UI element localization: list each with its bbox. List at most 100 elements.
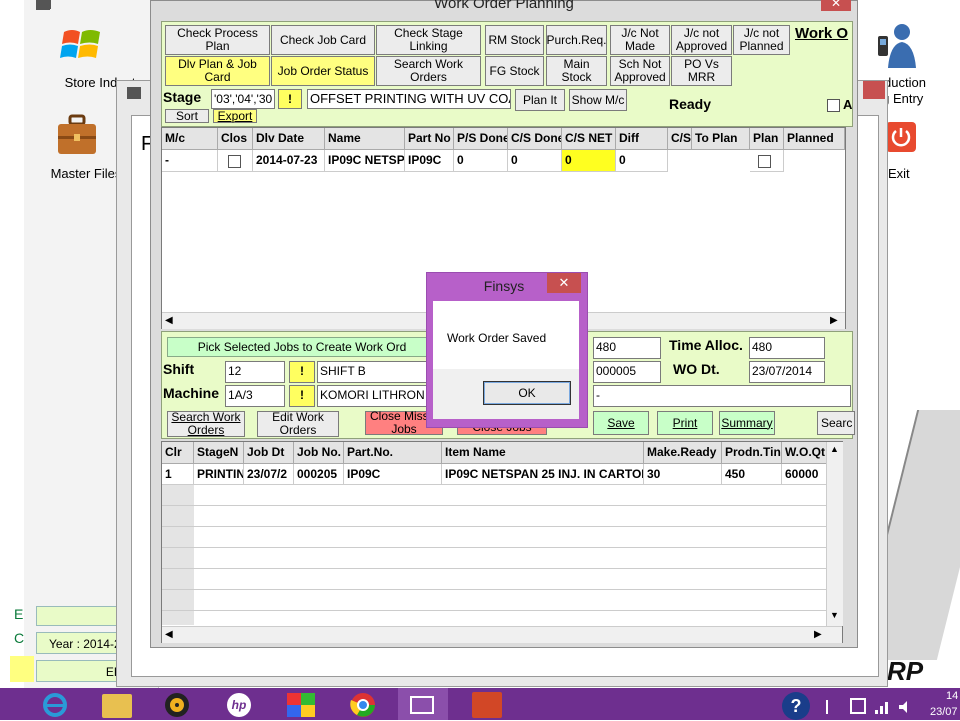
powerpoint-icon[interactable]: [472, 692, 502, 718]
col-header-dlv-date[interactable]: Dlv Date: [253, 128, 325, 150]
time-alloc-field[interactable]: 480: [749, 337, 825, 359]
stage-description-field[interactable]: OFFSET PRINTING WITH UV COA: [307, 89, 511, 109]
exit-power-icon[interactable]: [886, 122, 916, 152]
close-button[interactable]: ✕: [821, 0, 851, 11]
save-button[interactable]: Save: [593, 411, 649, 435]
dlv-plan-job-card-button[interactable]: Dlv Plan & Job Card: [165, 56, 270, 86]
cell-ps-done[interactable]: 0: [454, 150, 508, 172]
sort-button[interactable]: Sort: [165, 109, 209, 123]
a-checkbox[interactable]: [827, 99, 840, 112]
briefcase-icon[interactable]: [56, 112, 98, 158]
cell-diff[interactable]: 0: [616, 150, 668, 172]
puzzle-app-icon[interactable]: [286, 692, 316, 718]
col-header-wo-qty[interactable]: W.O.Qt: [782, 442, 828, 464]
media-player-icon[interactable]: [162, 692, 192, 718]
col-header-planned[interactable]: Planned: [784, 128, 845, 150]
machine-name-field[interactable]: KOMORI LITHRON: [317, 385, 429, 407]
scroll-right-icon[interactable]: ▶: [814, 629, 822, 640]
col-header-make-ready[interactable]: Make.Ready: [644, 442, 722, 464]
po-vs-mrr-button[interactable]: PO Vs MRR: [671, 56, 732, 86]
ok-button[interactable]: OK: [483, 381, 571, 405]
job-order-status-button[interactable]: Job Order Status: [271, 56, 375, 86]
summary-button[interactable]: Summary: [719, 411, 775, 435]
cell-clr[interactable]: 1: [162, 464, 194, 485]
col-header-diff[interactable]: Diff: [616, 128, 668, 150]
help-icon[interactable]: ?: [782, 692, 810, 720]
col-header-cs-done[interactable]: C/S Done: [508, 128, 562, 150]
cell-wo-qty[interactable]: 60000: [782, 464, 828, 485]
shift-name-field[interactable]: SHIFT B: [317, 361, 429, 383]
signal-icon[interactable]: [874, 700, 890, 714]
jc-not-approved-button[interactable]: J/c not Approved: [671, 25, 732, 55]
work-order-number-field[interactable]: 000005: [593, 361, 661, 383]
col-header-mc[interactable]: M/c: [162, 128, 218, 150]
dialog-close-button[interactable]: ✕: [547, 273, 581, 293]
col-header-prodn-time[interactable]: Prodn.Tin: [722, 442, 782, 464]
pick-selected-jobs-button[interactable]: Pick Selected Jobs to Create Work Ord: [167, 337, 437, 357]
shift-lookup-warning-icon[interactable]: !: [289, 361, 315, 383]
check-job-card-button[interactable]: Check Job Card: [271, 25, 375, 55]
edit-work-orders-button[interactable]: Edit Work Orders: [257, 411, 339, 437]
scroll-left-icon[interactable]: ◀: [165, 315, 173, 326]
work-order-link[interactable]: Work O: [795, 25, 851, 43]
chrome-icon[interactable]: [348, 692, 378, 718]
col-header-close[interactable]: Clos: [218, 128, 253, 150]
cell-cs-net[interactable]: 0: [562, 150, 616, 172]
cell-part-no[interactable]: IP09C: [344, 464, 442, 485]
network-icon[interactable]: [850, 698, 866, 714]
search-button[interactable]: Searc: [817, 411, 855, 435]
file-explorer-icon[interactable]: [102, 694, 132, 718]
hp-icon[interactable]: hp: [224, 692, 254, 718]
col-header-part-no[interactable]: Part.No.: [344, 442, 442, 464]
main-stock-button[interactable]: Main Stock: [546, 56, 607, 86]
search-work-orders-top-button[interactable]: Search Work Orders: [376, 56, 481, 86]
jc-not-planned-button[interactable]: J/c not Planned: [733, 25, 790, 55]
export-button[interactable]: Export: [213, 109, 257, 123]
col-header-cs[interactable]: C/S: [668, 128, 692, 150]
clock-date[interactable]: 23/07: [930, 706, 960, 718]
search-work-orders-button[interactable]: Search Work Orders: [167, 411, 245, 437]
cell-job-dt[interactable]: 23/07/2: [244, 464, 294, 485]
purch-req-button[interactable]: Purch.Req.: [546, 25, 607, 55]
col-header-job-no[interactable]: Job No.: [294, 442, 344, 464]
show-mc-button[interactable]: Show M/c: [569, 89, 627, 111]
cell-item-name[interactable]: IP09C NETSPAN 25 INJ. IN CARTON: [442, 464, 644, 485]
cell-cs-done[interactable]: 0: [508, 150, 562, 172]
col-header-to-plan[interactable]: To Plan: [692, 128, 750, 150]
internet-explorer-icon[interactable]: [40, 692, 70, 718]
cell-job-no[interactable]: 000205: [294, 464, 344, 485]
fg-stock-button[interactable]: FG Stock: [485, 56, 544, 86]
stage-code-field[interactable]: '03','04','30: [211, 89, 275, 109]
scroll-left-icon[interactable]: ◀: [165, 629, 173, 640]
inner-close-button[interactable]: [863, 81, 885, 99]
cell-part-no[interactable]: IP09C: [405, 150, 454, 172]
col-header-part-no[interactable]: Part No: [405, 128, 454, 150]
col-header-stage[interactable]: StageN: [194, 442, 244, 464]
col-header-plan[interactable]: Plan: [750, 128, 784, 150]
volume-icon[interactable]: [898, 700, 912, 714]
cell-close[interactable]: [218, 150, 253, 172]
scroll-right-icon[interactable]: ▶: [830, 315, 838, 326]
work-order-grid-vertical-scrollbar[interactable]: ▲ ▼: [826, 442, 843, 626]
remarks-field[interactable]: -: [593, 385, 851, 407]
close-checkbox[interactable]: [228, 155, 241, 168]
cell-dlv-date[interactable]: 2014-07-23: [253, 150, 325, 172]
clock-time[interactable]: 14: [946, 690, 960, 702]
sch-not-approved-button[interactable]: Sch Not Approved: [610, 56, 670, 86]
work-order-grid-horizontal-scrollbar[interactable]: ◀ ▶: [162, 626, 842, 643]
plan-it-button[interactable]: Plan It: [515, 89, 565, 111]
shift-code-field[interactable]: 12: [225, 361, 285, 383]
print-button[interactable]: Print: [657, 411, 713, 435]
flag-icon[interactable]: [826, 700, 842, 714]
col-header-item-name[interactable]: Item Name: [442, 442, 644, 464]
scroll-up-icon[interactable]: ▲: [830, 444, 839, 454]
col-header-job-dt[interactable]: Job Dt: [244, 442, 294, 464]
col-header-cs-net[interactable]: C/S NET: [562, 128, 616, 150]
plan-checkbox[interactable]: [758, 155, 771, 168]
planned-minutes-field[interactable]: 480: [593, 337, 661, 359]
machine-code-field[interactable]: 1A/3: [225, 385, 285, 407]
machine-lookup-warning-icon[interactable]: !: [289, 385, 315, 407]
scroll-down-icon[interactable]: ▼: [830, 610, 839, 620]
wo-date-field[interactable]: 23/07/2014: [749, 361, 825, 383]
rm-stock-button[interactable]: RM Stock: [485, 25, 544, 55]
